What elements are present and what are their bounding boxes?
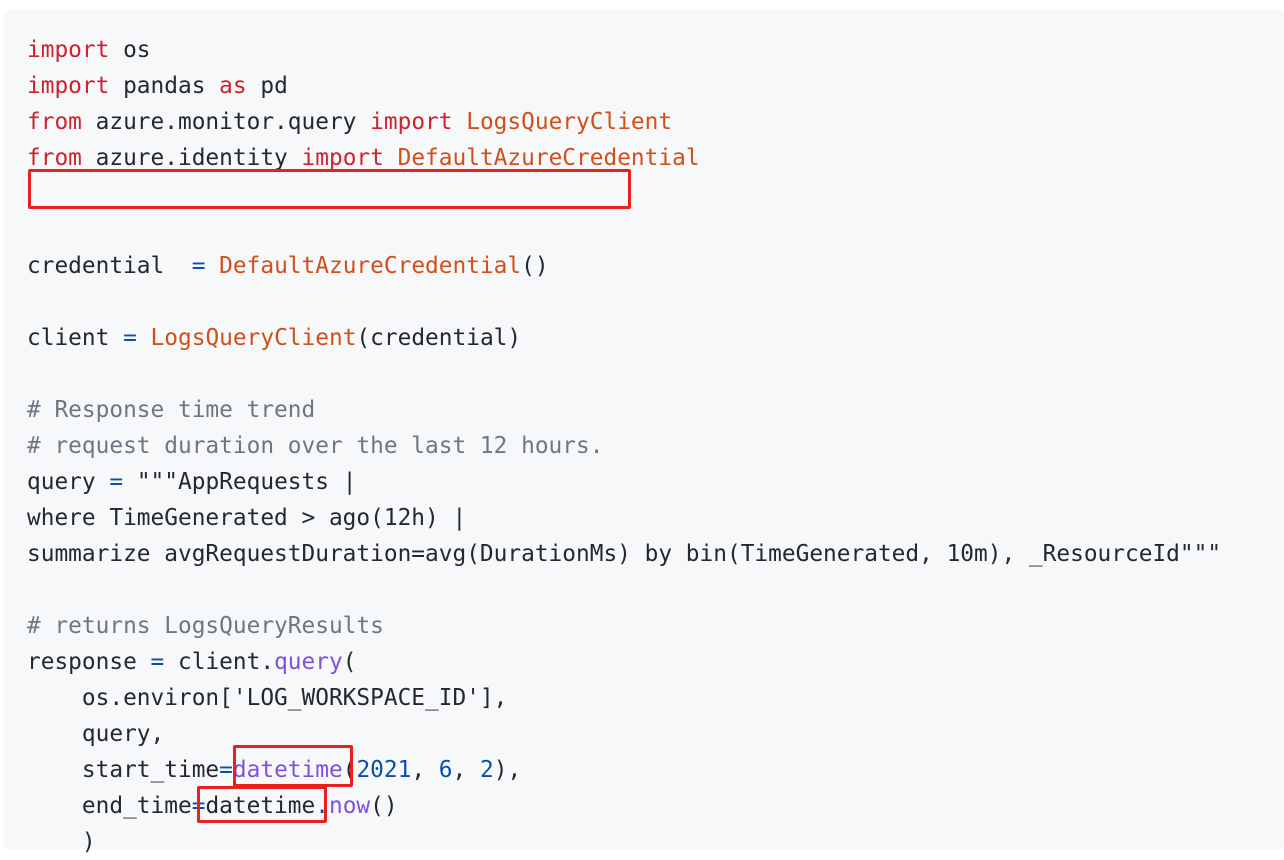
- code-token: =: [191, 253, 206, 279]
- code-line: response = client.query(: [27, 644, 1221, 680]
- code-token: os: [109, 37, 151, 63]
- code-line: query = """AppRequests |: [27, 464, 1221, 500]
- code-line: query,: [27, 716, 1221, 752]
- code-token: .: [315, 793, 329, 819]
- code-token: from: [27, 109, 82, 135]
- code-token: query: [27, 469, 110, 495]
- code-line: os.environ['LOG_WORKSPACE_ID'],: [27, 680, 1221, 716]
- code-token: summarize avgRequestDuration=avg(Duratio…: [27, 541, 1222, 567]
- code-token: end_time: [27, 793, 192, 819]
- code-line: from azure.identity import DefaultAzureC…: [27, 140, 1221, 176]
- code-line: ​: [27, 176, 1221, 212]
- code-token: DefaultAzureCredential: [397, 145, 700, 171]
- code-line: client = LogsQueryClient(credential): [27, 320, 1221, 356]
- code-token: query,: [27, 721, 165, 747]
- code-token: ,: [411, 757, 439, 783]
- code-token: =: [191, 793, 206, 819]
- code-token: client: [27, 325, 124, 351]
- code-token: ),: [493, 757, 522, 783]
- code-line: import os: [27, 32, 1221, 68]
- code-token: (: [342, 649, 357, 675]
- code-token: datetime: [205, 793, 316, 819]
- code-token: LogsQueryClient: [466, 109, 673, 135]
- code-token: 2021: [356, 757, 412, 783]
- code-line: from azure.monitor.query import LogsQuer…: [27, 104, 1221, 140]
- code-token: pandas: [109, 73, 220, 99]
- code-token: where TimeGenerated > ago(12h) |: [27, 505, 467, 531]
- code-line: ): [27, 824, 1221, 860]
- code-token: (): [370, 793, 398, 819]
- code-token: (: [342, 757, 357, 783]
- code-token: start_time: [27, 757, 220, 783]
- code-line: # request duration over the last 12 hour…: [27, 428, 1221, 464]
- code-token: (): [521, 253, 549, 279]
- code-token: """AppRequests |: [123, 469, 357, 495]
- code-line: ​: [27, 212, 1221, 248]
- code-token: azure.identity: [81, 145, 302, 171]
- code-token: azure.monitor.query: [81, 109, 371, 135]
- code-line: ​: [27, 356, 1221, 392]
- code-line: # returns LogsQueryResults: [27, 608, 1221, 644]
- code-token: pd: [246, 73, 288, 99]
- code-token: as: [219, 73, 247, 99]
- code-line: # Response time trend: [27, 392, 1221, 428]
- code-token: =: [109, 469, 124, 495]
- code-line: credential = DefaultAzureCredential(): [27, 248, 1221, 284]
- code-token: query: [274, 649, 343, 675]
- code-line: summarize avgRequestDuration=avg(Duratio…: [27, 536, 1221, 572]
- code-line: ​: [27, 572, 1221, 608]
- code-line: start_time=datetime(2021, 6, 2),: [27, 752, 1221, 788]
- code-token: credential: [27, 253, 192, 279]
- code-token: DefaultAzureCredential: [219, 253, 522, 279]
- code-token: response: [27, 649, 151, 675]
- code-token: client.: [164, 649, 275, 675]
- code-token: ,: [452, 757, 480, 783]
- python-code-listing: import os import pandas as pd from azure.m…: [27, 32, 1221, 860]
- code-token: now: [328, 793, 371, 819]
- code-line: import pandas as pd: [27, 68, 1221, 104]
- code-token: ): [27, 829, 96, 855]
- code-line: where TimeGenerated > ago(12h) |: [27, 500, 1221, 536]
- code-token: os.environ['LOG_WORKSPACE_ID'],: [27, 685, 508, 711]
- code-line: ​: [27, 284, 1221, 320]
- code-token: datetime: [232, 757, 343, 783]
- code-token: =: [219, 757, 233, 783]
- code-token: from: [27, 145, 82, 171]
- code-token: # Response time trend: [27, 397, 316, 423]
- code-token: =: [150, 649, 165, 675]
- code-token: import: [301, 145, 384, 171]
- code-token: =: [123, 325, 137, 351]
- code-token: import: [27, 37, 110, 63]
- code-token: (credential): [356, 325, 522, 351]
- code-token: LogsQueryClient: [150, 325, 357, 351]
- code-token: # returns LogsQueryResults: [27, 613, 384, 639]
- code-token: # request duration over the last 12 hour…: [27, 433, 604, 459]
- code-token: 6: [438, 757, 453, 783]
- code-token: import: [27, 73, 110, 99]
- code-token: import: [370, 109, 453, 135]
- code-token: 2: [479, 757, 494, 783]
- code-line: end_time=datetime.now(): [27, 788, 1221, 824]
